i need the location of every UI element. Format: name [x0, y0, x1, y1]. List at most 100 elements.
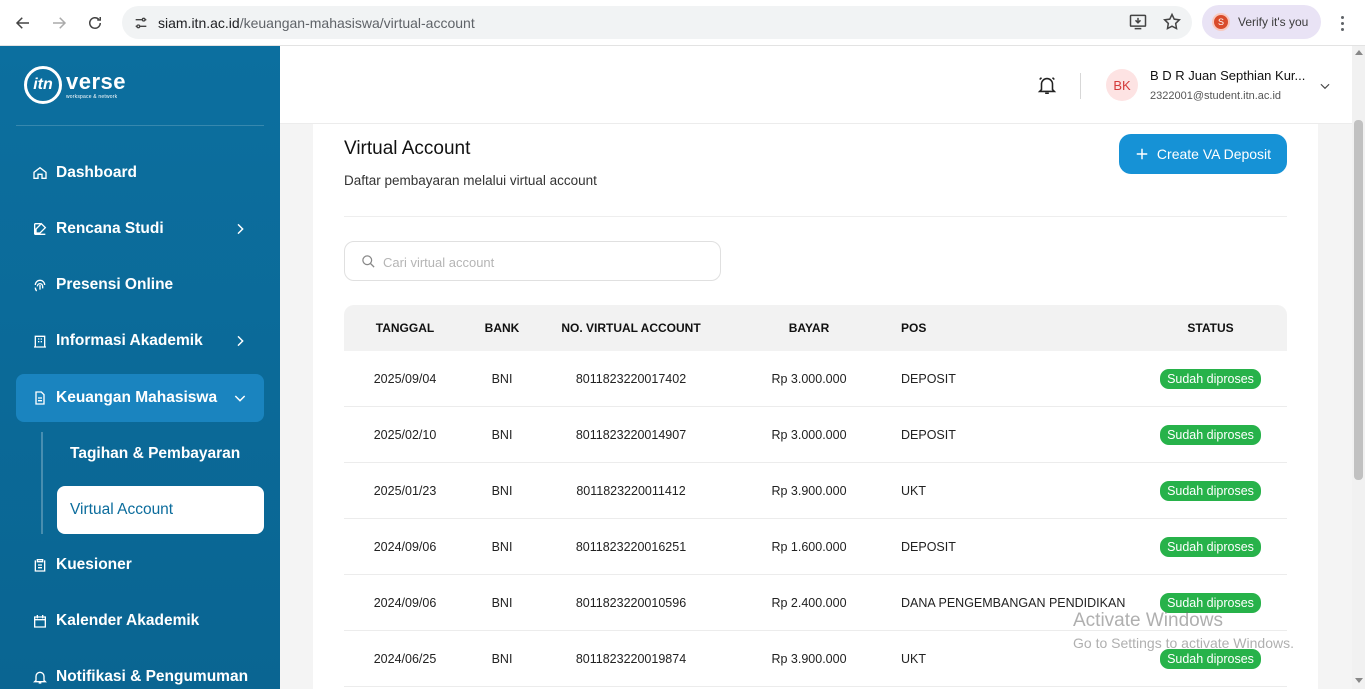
status-badge: Sudah diproses [1160, 648, 1261, 669]
sidebar-item-label: Keuangan Mahasiswa [56, 389, 218, 406]
sidebar-item-label: Kuesioner [56, 556, 132, 573]
cell-date: 2025/02/10 [373, 427, 437, 442]
column-header-bayar[interactable]: BAYAR [724, 321, 894, 335]
install-app-icon[interactable] [1128, 12, 1148, 32]
avatar[interactable]: BK [1106, 69, 1138, 101]
search-icon [362, 255, 375, 268]
sidebar-item-kuesioner[interactable]: Kuesioner [16, 541, 264, 589]
document-icon [35, 391, 45, 405]
notification-bell-icon[interactable] [1036, 74, 1058, 96]
sidebar-item-keuangan-mahasiswa[interactable]: Keuangan Mahasiswa [16, 374, 264, 422]
logo-tagline: workspace & network [66, 93, 118, 100]
cell-amount: Rp 3.900.000 [771, 483, 847, 498]
building-icon [34, 335, 46, 348]
cell-bank: BNI [491, 595, 513, 610]
cell-bank: BNI [491, 483, 513, 498]
cell-status: Sudah diproses [1134, 480, 1287, 501]
status-badge: Sudah diproses [1160, 480, 1261, 501]
search-box [344, 241, 721, 281]
sidebar-item-dashboard[interactable]: Dashboard [16, 149, 264, 197]
sidebar-subitem-tagihan-pembayaran[interactable]: Tagihan & Pembayaran [57, 430, 264, 478]
sidebar-item-kalender-akademik[interactable]: Kalender Akademik [16, 597, 264, 645]
chevron-down-icon[interactable] [1318, 79, 1332, 93]
scroll-up-arrow-icon[interactable] [1355, 50, 1363, 55]
sidebar-item-label: Dashboard [56, 164, 137, 181]
sidebar-item-presensi-online[interactable]: Presensi Online [16, 261, 264, 309]
table-row[interactable]: 2025/02/10 BNI 8011823220014907 Rp 3.000… [344, 407, 1287, 463]
table-row[interactable]: 2025/09/04 BNI 8011823220017402 Rp 3.000… [344, 351, 1287, 407]
cell-va-number: 8011823220017402 [575, 371, 687, 386]
bell-icon [33, 671, 47, 684]
user-email: 2322001@student.itn.ac.id [1150, 90, 1282, 102]
cell-amount: Rp 3.000.000 [771, 371, 847, 386]
logo-mark: itn [24, 66, 62, 104]
browser-menu-button[interactable] [1332, 12, 1352, 34]
sidebar-item-rencana-studi[interactable]: Rencana Studi [16, 205, 264, 253]
verify-profile-button[interactable]: S Verify it's you [1202, 5, 1321, 39]
table-row[interactable]: 2024/09/06 BNI 8011823220016251 Rp 1.600… [344, 519, 1287, 575]
sidebar-item-informasi-akademik[interactable]: Informasi Akademik [16, 317, 264, 365]
status-badge: Sudah diproses [1160, 424, 1261, 445]
forward-button[interactable] [44, 8, 74, 38]
sidebar-item-label: Kalender Akademik [56, 612, 200, 629]
address-bar[interactable]: siam.itn.ac.id/keuangan-mahasiswa/virtua… [122, 6, 1192, 39]
clipboard-icon [34, 559, 46, 572]
edit-icon [34, 222, 47, 235]
column-header-bank[interactable]: BANK [466, 321, 538, 335]
sidebar-item-label: Rencana Studi [56, 220, 164, 237]
search-input[interactable] [383, 250, 703, 274]
card-divider [344, 216, 1287, 217]
column-header-pos[interactable]: POS [894, 321, 1134, 335]
cell-pos: DEPOSIT [901, 371, 956, 386]
cell-status: Sudah diproses [1134, 368, 1287, 389]
omnibox-actions [1128, 12, 1182, 32]
activate-windows-title: Activate Windows [1073, 610, 1223, 631]
sidebar-item-label: Informasi Akademik [56, 332, 203, 349]
cell-amount: Rp 2.400.000 [771, 595, 847, 610]
cell-va-number: 8011823220019874 [575, 651, 687, 666]
sidebar-item-label: Presensi Online [56, 276, 174, 293]
create-va-deposit-button[interactable]: Create VA Deposit [1119, 134, 1287, 174]
chevron-down-icon [234, 395, 246, 402]
url-host: siam.itn.ac.id [158, 14, 240, 31]
browser-toolbar: siam.itn.ac.id/keuangan-mahasiswa/virtua… [0, 0, 1365, 46]
cell-amount: Rp 3.000.000 [771, 427, 847, 442]
create-va-deposit-label: Create VA Deposit [1156, 146, 1272, 162]
column-header-date[interactable]: TANGGAL [344, 321, 466, 335]
reload-button[interactable] [80, 8, 110, 38]
chevron-right-icon [237, 335, 244, 347]
url-text: siam.itn.ac.id/keuangan-mahasiswa/virtua… [158, 15, 475, 31]
logo-text: verse [66, 68, 127, 94]
cell-va-number: 8011823220014907 [575, 427, 687, 442]
header-separator [1080, 73, 1081, 99]
top-header: BK B D R Juan Septhian Kur... 2322001@st… [280, 46, 1365, 124]
user-name[interactable]: B D R Juan Septhian Kur... [1150, 68, 1310, 83]
sidebar: itn verse workspace & network Dashboard … [0, 46, 280, 689]
chevron-right-icon [237, 223, 244, 235]
plus-icon [1136, 148, 1148, 160]
table-row[interactable]: 2025/01/23 BNI 8011823220011412 Rp 3.900… [344, 463, 1287, 519]
cell-bank: BNI [491, 371, 513, 386]
bookmark-star-icon[interactable] [1162, 12, 1182, 32]
site-settings-icon[interactable] [132, 14, 150, 32]
cell-pos: DANA PENGEMBANGAN PENDIDIKAN [901, 595, 1126, 610]
cell-status: Sudah diproses [1134, 648, 1287, 669]
cell-date: 2024/06/25 [373, 651, 437, 666]
itn-verse-logo[interactable]: itn verse workspace & network [24, 66, 126, 104]
cell-date: 2024/09/06 [373, 595, 437, 610]
table-header: TANGGAL BANK NO. VIRTUAL ACCOUNT BAYAR P… [344, 305, 1287, 351]
fingerprint-icon [34, 279, 46, 292]
cell-date: 2025/09/04 [373, 371, 437, 386]
back-button[interactable] [8, 8, 38, 38]
sidebar-subitem-virtual-account[interactable]: Virtual Account [57, 486, 264, 534]
cell-pos: DEPOSIT [901, 539, 956, 554]
status-badge: Sudah diproses [1160, 368, 1261, 389]
column-header-va[interactable]: NO. VIRTUAL ACCOUNT [538, 321, 724, 335]
cell-status: Sudah diproses [1134, 424, 1287, 445]
sidebar-item-notifikasi-pengumuman[interactable]: Notifikasi & Pengumuman [16, 653, 264, 689]
scrollbar-thumb[interactable] [1354, 120, 1363, 480]
url-path: /keuangan-mahasiswa/virtual-account [239, 14, 475, 31]
column-header-status[interactable]: STATUS [1134, 321, 1287, 335]
scroll-down-arrow-icon[interactable] [1355, 678, 1363, 683]
arrow-left-icon [15, 17, 29, 29]
